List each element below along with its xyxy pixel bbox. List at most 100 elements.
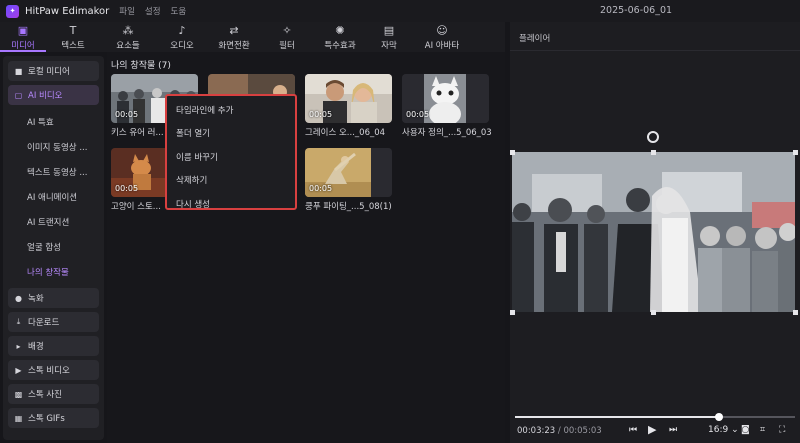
sidebar-item-background[interactable]: ▸ 배경 — [8, 336, 99, 356]
wedding-video-frame — [512, 152, 795, 312]
media-thumbnail-6[interactable]: 00:05 — [305, 148, 392, 197]
previous-frame-icon[interactable]: ⏮ — [629, 425, 637, 435]
resize-handle[interactable] — [651, 150, 656, 155]
sidebar-item-label: 스톡 비디오 — [28, 366, 70, 376]
media-caption: 고양이 스토... — [111, 202, 161, 212]
app-logo: ✦ — [6, 4, 19, 18]
tab-effects[interactable]: ✺ 특수효과 — [314, 22, 366, 52]
tab-ai-avatar[interactable]: ☺ AI 아바타 — [412, 22, 472, 52]
tab-filter[interactable]: ✧ 필터 — [260, 22, 314, 52]
sidebar-item-label: 다운로드 — [28, 318, 60, 328]
project-title: 2025-06-06_01 — [600, 5, 673, 16]
resize-handle[interactable] — [793, 150, 798, 155]
background-icon: ▸ — [16, 341, 21, 351]
tab-ai-avatar-label: AI 아바타 — [424, 41, 460, 51]
duration-label: 00:05 — [309, 110, 333, 119]
menu-settings[interactable]: 설정 — [145, 5, 161, 17]
sidebar-sub-ai-animation[interactable]: AI 애니메이션 — [27, 184, 104, 209]
sidebar-item-ai-video[interactable]: ▢ AI 비디오 — [8, 85, 99, 105]
play-icon[interactable]: ▶ — [648, 423, 656, 436]
media-caption: 그레이스 오..._06_04 — [305, 128, 386, 138]
context-menu: 타임라인에 추가 폴더 열기 이름 바꾸기 삭제하기 다시 생성 — [165, 94, 297, 210]
resize-handle[interactable] — [510, 310, 515, 315]
tab-effects-label: 특수효과 — [324, 41, 356, 51]
sidebar-item-local-media[interactable]: ■ 로컬 미디어 — [8, 61, 99, 81]
sidebar-item-label: 스톡 GIFs — [28, 414, 65, 424]
current-time: 00:03:23 — [517, 426, 556, 436]
fullscreen-icon[interactable]: ⛶ — [779, 425, 785, 435]
tab-transition[interactable]: ⇄ 화면전환 — [208, 22, 260, 52]
duration-label: 00:05 — [406, 110, 430, 119]
sidebar-sub-image-to-video[interactable]: 이미지 동영상 ... — [27, 134, 104, 159]
tab-subtitle-label: 자막 — [381, 41, 397, 51]
sidebar-sub-ai-effects[interactable]: AI 특효 — [27, 109, 104, 134]
app-name: HitPaw Edimakor — [25, 5, 110, 17]
progress-knob[interactable] — [715, 413, 724, 421]
filter-icon: ✧ — [282, 24, 292, 37]
tab-audio[interactable]: ♪ 오디오 — [156, 22, 208, 52]
menu-add-to-timeline[interactable]: 타임라인에 추가 — [167, 98, 295, 122]
total-time: / 00:05:03 — [557, 426, 602, 436]
aspect-ratio-value: 16:9 — [708, 425, 729, 435]
main-toolbar: ▣ 미디어 T 텍스트 ⁂ 요소들 ♪ 오디오 ⇄ 화면전환 ✧ 필터 ✺ 특수… — [0, 22, 505, 52]
snapshot-icon[interactable]: ◙ — [741, 425, 750, 435]
media-caption: 사용자 정의_...5_06_03 — [402, 128, 492, 138]
player-title: 플레이어 — [519, 34, 551, 44]
title-bar: ✦ HitPaw Edimakor 파일 설정 도움 2025-06-06_01 — [0, 0, 800, 22]
menu-delete[interactable]: 삭제하기 — [167, 169, 295, 193]
rotate-handle-icon[interactable] — [647, 131, 659, 143]
time-display: 00:03:23 / 00:05:03 — [517, 426, 602, 436]
tab-audio-label: 오디오 — [170, 41, 194, 51]
tab-transition-label: 화면전환 — [218, 41, 250, 51]
media-thumbnail-3[interactable]: 00:05 — [305, 74, 392, 123]
download-icon: ⤓ — [16, 317, 21, 326]
playback-progress-bar[interactable] — [515, 413, 795, 421]
video-preview[interactable] — [512, 152, 795, 312]
tab-elements-label: 요소들 — [116, 41, 140, 51]
chevron-down-icon: ⌄ — [731, 425, 739, 435]
divider — [510, 50, 800, 51]
tab-media[interactable]: ▣ 미디어 — [0, 22, 46, 52]
tab-elements[interactable]: ⁂ 요소들 — [100, 22, 156, 52]
sidebar-item-stock-gifs[interactable]: ▦ 스톡 GIFs — [8, 408, 99, 428]
resize-handle[interactable] — [510, 150, 515, 155]
sidebar-item-label: 배경 — [28, 342, 44, 352]
menu-open-folder[interactable]: 폴더 열기 — [167, 122, 295, 146]
sidebar-item-label: 스톡 사진 — [28, 390, 62, 400]
subtitle-icon: ▤ — [383, 24, 395, 37]
menu-regenerate[interactable]: 다시 생성 — [167, 192, 295, 216]
sidebar-item-record[interactable]: ● 녹화 — [8, 288, 99, 308]
sidebar-item-download[interactable]: ⤓ 다운로드 — [8, 312, 99, 332]
sidebar-item-label: 로컬 미디어 — [28, 67, 70, 77]
sidebar-item-label: AI 비디오 — [28, 91, 63, 101]
sidebar-sub-ai-transition[interactable]: AI 트랜지션 — [27, 209, 104, 234]
folder-icon: ■ — [14, 66, 23, 76]
resize-handle[interactable] — [793, 310, 798, 315]
aspect-ratio-select[interactable]: 16:9 ⌄ — [708, 425, 739, 435]
media-caption: 키스 유어 러... — [111, 128, 164, 138]
media-icon: ▣ — [17, 24, 29, 37]
record-icon: ● — [15, 293, 22, 303]
elements-icon: ⁂ — [122, 24, 134, 37]
tab-subtitle[interactable]: ▤ 자막 — [366, 22, 412, 52]
sidebar-sub-face-swap[interactable]: 얼굴 합성 — [27, 234, 104, 259]
sidebar-sub-text-to-video[interactable]: 텍스트 동영상 ... — [27, 159, 104, 184]
crop-icon[interactable]: ⌗ — [760, 425, 765, 435]
tab-media-label: 미디어 — [11, 41, 35, 51]
sidebar-item-stock-video[interactable]: ▶ 스톡 비디오 — [8, 360, 99, 380]
text-icon: T — [69, 24, 77, 37]
resize-handle[interactable] — [651, 310, 656, 315]
media-caption: 쿵푸 파이팅_...5_08(1) — [305, 202, 392, 212]
menu-file[interactable]: 파일 — [119, 5, 135, 17]
gif-icon: ▦ — [14, 413, 23, 423]
duration-label: 00:05 — [309, 184, 333, 193]
sidebar-item-stock-photo[interactable]: ▩ 스톡 사진 — [8, 384, 99, 404]
media-thumbnail-4[interactable]: 00:05 — [402, 74, 489, 123]
menu-rename[interactable]: 이름 바꾸기 — [167, 145, 295, 169]
menu-help[interactable]: 도움 — [171, 5, 187, 17]
tab-text[interactable]: T 텍스트 — [46, 22, 100, 52]
sidebar-sub-my-creations[interactable]: 나의 창작물 — [27, 259, 104, 284]
next-frame-icon[interactable]: ⏭ — [669, 425, 677, 435]
stock-photo-icon: ▩ — [14, 389, 23, 399]
effects-icon: ✺ — [335, 24, 345, 37]
